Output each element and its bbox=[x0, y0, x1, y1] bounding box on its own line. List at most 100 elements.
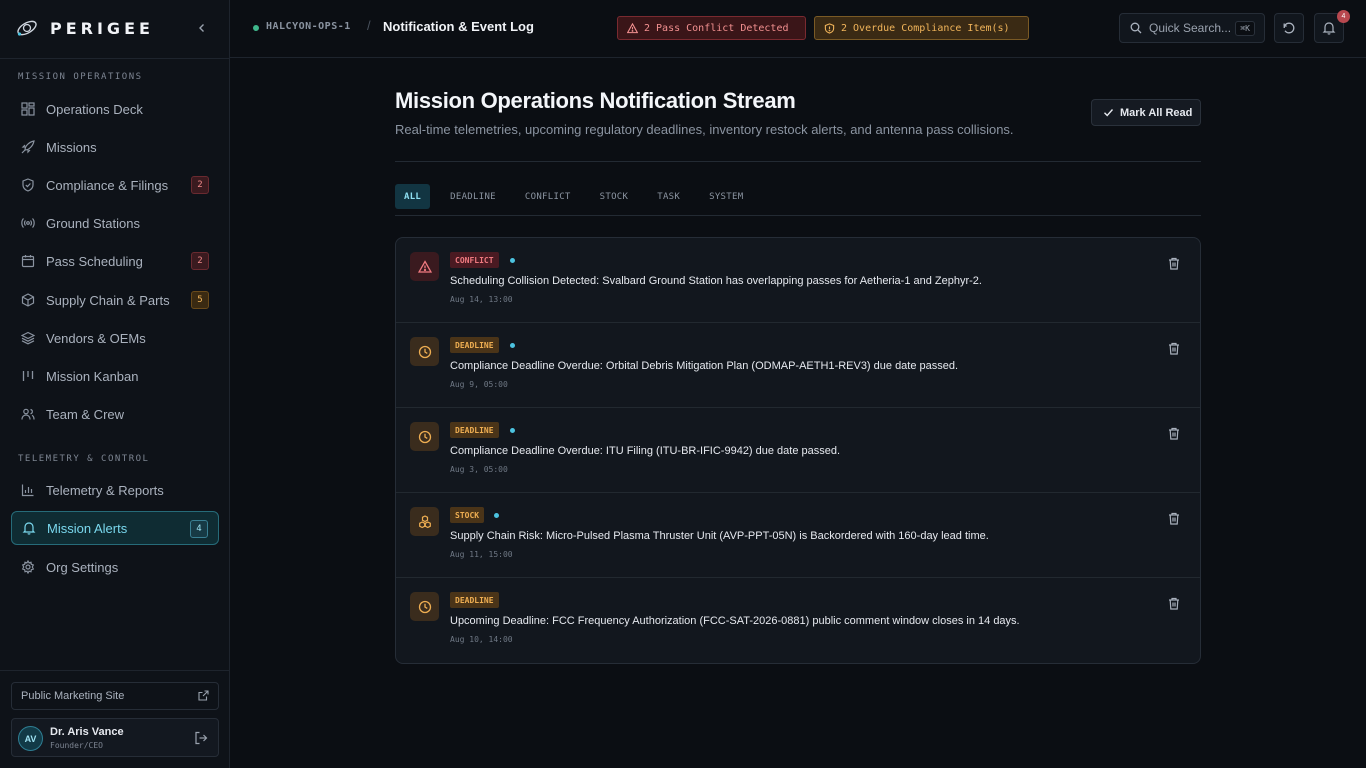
sidebar-item-label: Missions bbox=[46, 139, 97, 155]
delete-notification-button[interactable] bbox=[1166, 255, 1182, 271]
notification-item[interactable]: CONFLICT Scheduling Collision Detected: … bbox=[396, 238, 1200, 323]
user-role: Founder/CEO bbox=[50, 741, 103, 750]
sidebar-item-vendors[interactable]: Vendors & OEMs bbox=[11, 321, 219, 355]
section-label-mission-operations: MISSION OPERATIONS bbox=[18, 72, 143, 82]
sidebar-item-missions[interactable]: Missions bbox=[11, 130, 219, 164]
mark-all-read-button[interactable]: Mark All Read bbox=[1091, 99, 1201, 126]
package-icon bbox=[20, 292, 36, 308]
count-badge: 2 bbox=[191, 252, 209, 270]
divider bbox=[395, 215, 1201, 216]
delete-notification-button[interactable] bbox=[1166, 340, 1182, 356]
kanban-icon bbox=[20, 368, 36, 384]
count-badge: 5 bbox=[191, 291, 209, 309]
notification-list: CONFLICT Scheduling Collision Detected: … bbox=[395, 237, 1201, 664]
trash-icon bbox=[1169, 427, 1179, 440]
sidebar-item-label: Mission Alerts bbox=[47, 520, 128, 536]
notification-timestamp: Aug 10, 14:00 bbox=[450, 635, 513, 644]
delete-notification-button[interactable] bbox=[1166, 510, 1182, 526]
tab-conflict[interactable]: CONFLICT bbox=[516, 184, 580, 209]
marketing-link-label: Public Marketing Site bbox=[21, 690, 125, 702]
bell-icon bbox=[21, 520, 37, 536]
rocket-icon bbox=[20, 139, 36, 155]
workspace-name[interactable]: HALCYON-OPS-1 bbox=[266, 21, 351, 32]
sidebar-item-label: Operations Deck bbox=[46, 101, 143, 117]
sidebar-item-supply-chain[interactable]: Supply Chain & Parts 5 bbox=[11, 283, 219, 317]
breadcrumb-separator: / bbox=[367, 18, 371, 33]
users-icon bbox=[20, 406, 36, 422]
sidebar-item-label: Pass Scheduling bbox=[46, 253, 143, 269]
check-icon bbox=[1104, 109, 1114, 117]
external-link-icon bbox=[198, 690, 209, 701]
bell-icon bbox=[1322, 22, 1336, 35]
notification-message: Scheduling Collision Detected: Svalbard … bbox=[450, 275, 982, 287]
radio-signal-icon bbox=[20, 215, 36, 231]
notification-timestamp: Aug 9, 05:00 bbox=[450, 380, 508, 389]
notification-message: Upcoming Deadline: FCC Frequency Authori… bbox=[450, 615, 1020, 627]
notification-count-badge: 4 bbox=[1337, 10, 1350, 23]
clock-icon bbox=[410, 592, 439, 621]
notification-type-tag: DEADLINE bbox=[450, 422, 499, 438]
quick-search-input[interactable]: Quick Search... ⌘K bbox=[1119, 13, 1265, 43]
notification-item[interactable]: DEADLINE Compliance Deadline Overdue: Or… bbox=[396, 323, 1200, 408]
mark-all-read-label: Mark All Read bbox=[1120, 106, 1193, 119]
page-subtitle: Real-time telemetries, upcoming regulato… bbox=[395, 122, 1014, 137]
notification-item[interactable]: DEADLINE Upcoming Deadline: FCC Frequenc… bbox=[396, 578, 1200, 663]
unread-indicator bbox=[510, 428, 515, 433]
sidebar-item-ground-stations[interactable]: Ground Stations bbox=[11, 206, 219, 240]
sidebar-item-operations-deck[interactable]: Operations Deck bbox=[11, 92, 219, 126]
sidebar-item-label: Vendors & OEMs bbox=[46, 330, 146, 346]
alert-label: 2 Overdue Compliance Item(s) bbox=[841, 22, 1010, 34]
delete-notification-button[interactable] bbox=[1166, 425, 1182, 441]
user-profile-card[interactable]: AV Dr. Aris Vance Founder/CEO bbox=[11, 718, 219, 757]
workspace-status-dot bbox=[253, 25, 259, 31]
sidebar-item-mission-alerts[interactable]: Mission Alerts 4 bbox=[11, 511, 219, 545]
notification-type-tag: CONFLICT bbox=[450, 252, 499, 268]
grid-icon bbox=[20, 101, 36, 117]
refresh-button[interactable] bbox=[1274, 13, 1304, 43]
breadcrumb-page: Notification & Event Log bbox=[383, 19, 534, 34]
search-icon bbox=[1130, 22, 1142, 34]
divider bbox=[395, 161, 1201, 162]
warning-triangle-icon bbox=[627, 22, 638, 34]
compliance-overdue-alert[interactable]: 2 Overdue Compliance Item(s) bbox=[814, 16, 1029, 40]
notification-timestamp: Aug 14, 13:00 bbox=[450, 295, 513, 304]
main-content: Mission Operations Notification Stream R… bbox=[230, 58, 1366, 768]
divider bbox=[0, 58, 229, 59]
public-marketing-site-link[interactable]: Public Marketing Site bbox=[11, 682, 219, 710]
notifications-button[interactable]: 4 bbox=[1314, 10, 1350, 43]
brand-name: PERIGEE bbox=[50, 18, 154, 38]
pass-conflict-alert[interactable]: 2 Pass Conflict Detected bbox=[617, 16, 806, 40]
tab-deadline[interactable]: DEADLINE bbox=[441, 184, 505, 209]
trash-icon bbox=[1169, 597, 1179, 610]
tab-system[interactable]: SYSTEM bbox=[700, 184, 752, 209]
brand: PERIGEE bbox=[16, 16, 212, 40]
sidebar-item-compliance[interactable]: Compliance & Filings 2 bbox=[11, 168, 219, 202]
logout-icon[interactable] bbox=[194, 731, 208, 745]
refresh-icon bbox=[1283, 22, 1295, 34]
sidebar-item-pass-scheduling[interactable]: Pass Scheduling 2 bbox=[11, 244, 219, 278]
keyboard-shortcut: ⌘K bbox=[1235, 21, 1255, 36]
sidebar-item-label: Org Settings bbox=[46, 559, 119, 575]
sidebar-item-org-settings[interactable]: Org Settings bbox=[11, 550, 219, 584]
perigee-logo-icon bbox=[17, 20, 37, 36]
sidebar-item-telemetry-reports[interactable]: Telemetry & Reports bbox=[11, 473, 219, 507]
tab-all[interactable]: ALL bbox=[395, 184, 431, 209]
notification-item[interactable]: STOCK Supply Chain Risk: Micro-Pulsed Pl… bbox=[396, 493, 1200, 578]
delete-notification-button[interactable] bbox=[1166, 595, 1182, 611]
boxes-icon bbox=[410, 507, 439, 536]
sidebar-item-team-crew[interactable]: Team & Crew bbox=[11, 397, 219, 431]
collapse-sidebar-button[interactable] bbox=[192, 18, 212, 38]
divider bbox=[0, 670, 229, 671]
unread-indicator bbox=[510, 343, 515, 348]
chevron-left-icon bbox=[199, 24, 204, 32]
notification-item[interactable]: DEADLINE Compliance Deadline Overdue: IT… bbox=[396, 408, 1200, 493]
tab-task[interactable]: TASK bbox=[648, 184, 689, 209]
sidebar-item-mission-kanban[interactable]: Mission Kanban bbox=[11, 359, 219, 393]
tab-stock[interactable]: STOCK bbox=[591, 184, 638, 209]
sidebar-item-label: Supply Chain & Parts bbox=[46, 292, 170, 308]
sidebar-item-label: Mission Kanban bbox=[46, 368, 139, 384]
trash-icon bbox=[1169, 257, 1179, 270]
count-badge: 4 bbox=[190, 520, 208, 538]
notification-type-tag: DEADLINE bbox=[450, 337, 499, 353]
shield-check-icon bbox=[20, 177, 36, 193]
